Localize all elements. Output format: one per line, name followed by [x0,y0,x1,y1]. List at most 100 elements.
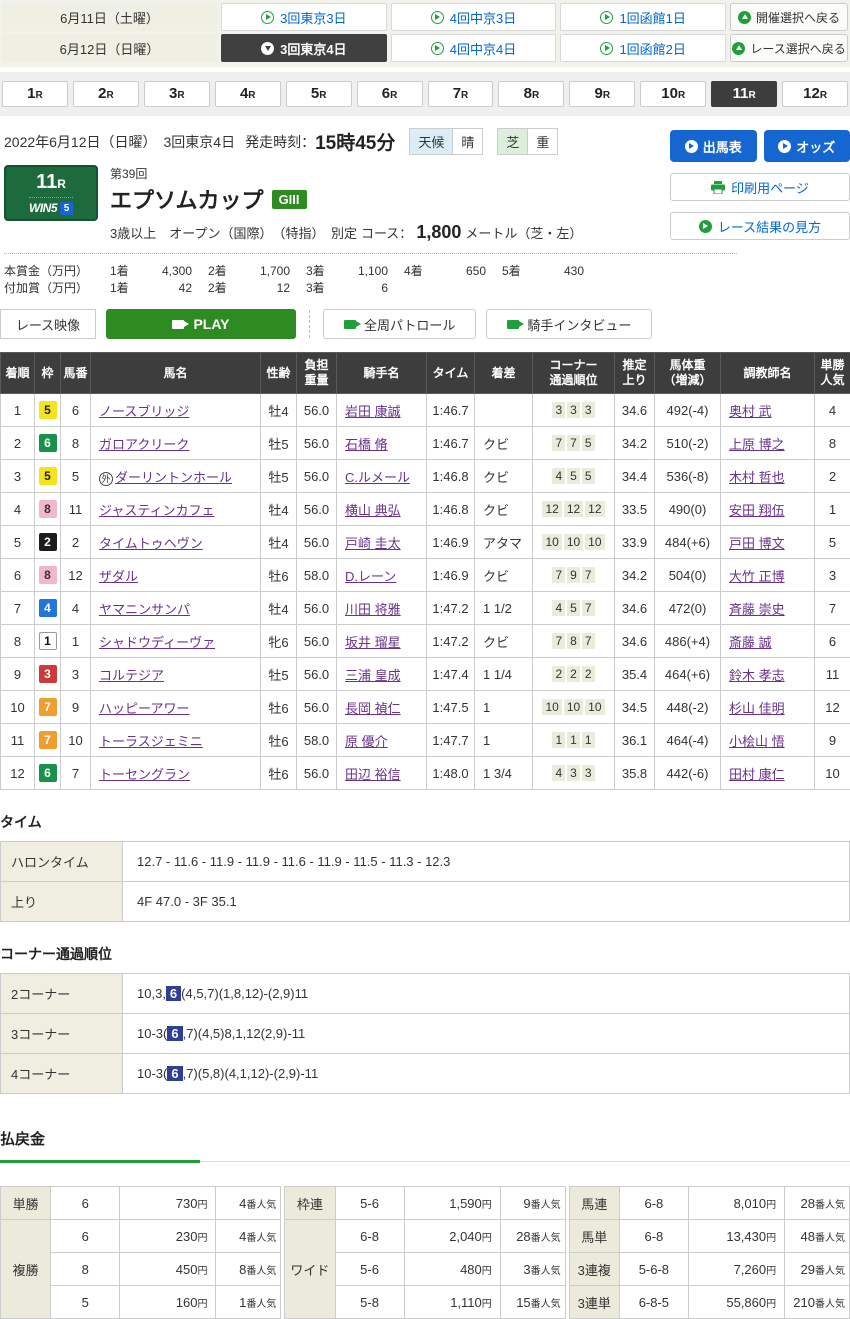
tab-race-2r[interactable]: 2R [73,81,139,107]
horse-name-link[interactable]: コルテジア [99,668,164,683]
trainer-name-link[interactable]: 上原 博之 [729,437,785,452]
tab-race-6r[interactable]: 6R [357,81,423,107]
jockey-cell: 川田 将雅 [337,592,427,625]
horse-name-link[interactable]: ザダル [99,569,138,584]
trainer-name-link[interactable]: 鈴木 孝志 [729,668,785,683]
trainer-name-link[interactable]: 安田 翔伍 [729,503,785,518]
estimated-last3f: 34.5 [615,691,655,724]
sex-age: 牝6 [261,625,297,658]
shutsuba-button[interactable]: 出馬表 [670,130,757,162]
payout-amount: 8,010円 [688,1187,784,1220]
trainer-name-link[interactable]: 奥村 武 [729,404,772,419]
horse-weight: 484(+6) [655,526,721,559]
tab-race-9r[interactable]: 9R [569,81,635,107]
finish-position: 6 [1,559,35,592]
row-label: 4コーナー [1,1054,123,1094]
horse-name-link[interactable]: ヤマニンサンパ [99,602,190,617]
tab-race-5r[interactable]: 5R [286,81,352,107]
payout-amount: 230円 [120,1220,216,1253]
patrol-video-button[interactable]: 全周パトロール [323,309,476,339]
jockey-name-link[interactable]: 三浦 皇成 [345,668,401,683]
jockey-name-link[interactable]: 横山 典弘 [345,503,401,518]
meeting-button[interactable]: 3回東京3日 [221,3,387,31]
column-header: 性齢 [261,353,297,394]
tab-race-3r[interactable]: 3R [144,81,210,107]
tab-race-4r[interactable]: 4R [215,81,281,107]
horse-name-link[interactable]: ハッピーアワー [99,701,189,716]
prize-label: 本賞金（万円） [4,262,110,279]
horse-name-link[interactable]: トーセングラン [99,767,190,782]
corner-position-box: 5 [567,468,580,484]
corner-position-box: 3 [567,765,580,781]
dotted-divider [4,253,737,254]
tab-race-7r[interactable]: 7R [428,81,494,107]
trainer-name-link[interactable]: 田村 康仁 [729,767,785,782]
back-button[interactable]: 開催選択へ戻る [730,3,848,31]
trainer-name-link[interactable]: 杉山 佳明 [729,701,785,716]
horse-name-link[interactable]: ガロアクリーク [99,437,189,452]
tab-race-1r[interactable]: 1R [2,81,68,107]
win5-logo: WIN5 5 [29,197,73,215]
race-video-row: レース映像 PLAY 全周パトロール 騎手インタビュー [0,309,850,339]
horse-name-link[interactable]: タイムトゥヘヴン [99,536,203,551]
trainer-name-link[interactable]: 小桧山 悟 [729,734,785,749]
trainer-name-link[interactable]: 戸田 博文 [729,536,785,551]
bet-type-label: 単勝 [1,1187,51,1220]
finish-position: 5 [1,526,35,559]
tab-race-10r[interactable]: 10R [640,81,706,107]
horse-name-link[interactable]: シャドウディーヴァ [99,635,215,650]
horse-name-link[interactable]: ジャスティンカフェ [99,503,215,518]
weather-label: 天候 [410,129,452,154]
jockey-name-link[interactable]: C.ルメール [345,470,410,485]
odds-button[interactable]: オッズ [764,130,850,162]
margin: 1 [475,724,533,757]
meeting-button[interactable]: 4回中京4日 [391,34,557,62]
column-header: 調教師名 [721,353,815,394]
tab-race-11r[interactable]: 11R [711,81,777,107]
meeting-button-selected[interactable]: 3回東京4日 [221,34,387,62]
payout-amount: 13,430円 [688,1220,784,1253]
horse-name-link[interactable]: トーラスジェミニ [99,734,203,749]
row-value: 12.7 - 11.6 - 11.9 - 11.9 - 11.6 - 11.9 … [123,842,850,882]
finish-time: 1:46.7 [427,394,475,427]
horse-weight: 464(-4) [655,724,721,757]
jockey-name-link[interactable]: 坂井 瑠星 [345,635,401,650]
finish-time: 1:46.7 [427,427,475,460]
meeting-button[interactable]: 1回函館2日 [560,34,726,62]
trainer-name-link[interactable]: 斉藤 崇史 [729,602,785,617]
back-button[interactable]: レース選択へ戻る [730,34,848,62]
trainer-name-link[interactable]: 木村 哲也 [729,470,785,485]
table-row: 上り 4F 47.0 - 3F 35.1 [1,882,850,922]
horse-name-link[interactable]: ダーリントンホール [115,470,232,485]
payout-popularity: 28番人気 [785,1187,850,1220]
trainer-name-link[interactable]: 斎藤 誠 [729,635,772,650]
jockey-name-link[interactable]: 長岡 禎仁 [345,701,401,716]
jockey-name-link[interactable]: 戸崎 圭太 [345,536,401,551]
jockey-name-link[interactable]: 岩田 康誠 [345,404,401,419]
trainer-name-link[interactable]: 大竹 正博 [729,569,785,584]
tab-race-12r[interactable]: 12R [782,81,848,107]
prize-rank: 5着 [502,262,532,279]
margin: クビ [475,427,533,460]
print-page-button[interactable]: 印刷用ページ [670,173,850,201]
topnav-row: 6月12日（日曜） 3回東京4日4回中京4日1回函館2日 レース選択へ戻る [2,34,848,62]
meeting-button[interactable]: 4回中京3日 [391,3,557,31]
horse-name-link[interactable]: ノースブリッジ [99,404,189,419]
play-button[interactable]: PLAY [106,309,296,339]
tab-race-8r[interactable]: 8R [498,81,564,107]
meeting-button[interactable]: 1回函館1日 [560,3,726,31]
result-guide-button[interactable]: レース結果の見方 [670,212,850,240]
jockey-interview-button[interactable]: 騎手インタビュー [486,309,652,339]
payout-popularity: 4番人気 [216,1220,281,1253]
jockey-name-link[interactable]: D.レーン [345,569,396,584]
corner-position-box: 7 [552,435,565,451]
sex-age: 牡5 [261,658,297,691]
finish-time: 1:46.8 [427,460,475,493]
race-number-tabs: 1R2R3R4R5R6R7R8R9R10R11R12R [0,72,850,116]
jockey-name-link[interactable]: 川田 将雅 [345,602,401,617]
jockey-name-link[interactable]: 田辺 裕信 [345,767,401,782]
table-row: 7 4 4 ヤマニンサンパ 牡4 56.0 川田 将雅 1:47.2 1 1/2… [1,592,850,625]
corner-position-box: 9 [567,567,580,583]
jockey-name-link[interactable]: 石橋 脩 [345,437,388,452]
jockey-name-link[interactable]: 原 優介 [345,734,388,749]
